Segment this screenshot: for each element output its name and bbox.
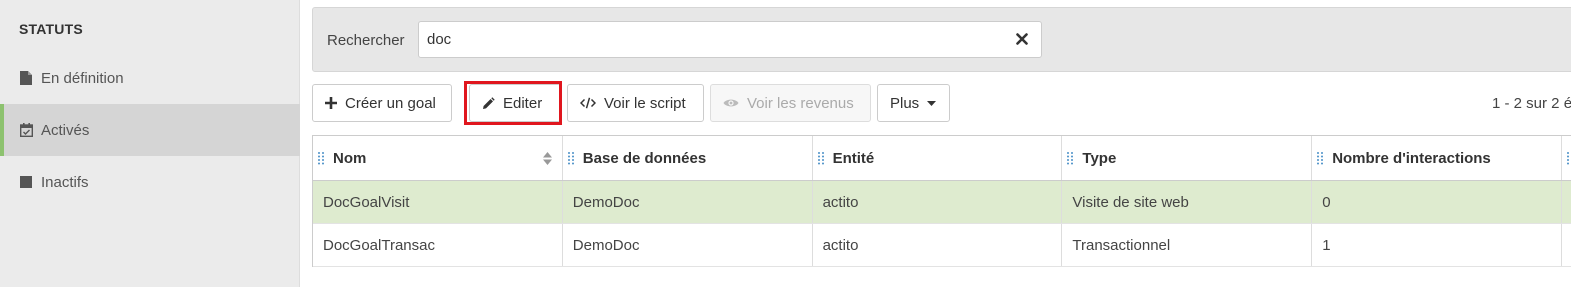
- search-panel: Rechercher: [312, 7, 1571, 72]
- more-label: Plus: [890, 94, 920, 112]
- edit-label: Editer: [503, 94, 543, 112]
- sidebar-item-en-definition[interactable]: En définition: [0, 52, 300, 104]
- create-goal-label: Créer un goal: [345, 94, 436, 112]
- sidebar-item-inactifs[interactable]: Inactifs: [0, 156, 300, 208]
- table-header: Nom Base de données Entité Type Nombre d…: [313, 136, 1571, 181]
- toolbar: Créer un goal Editer Voir le script Voir…: [312, 81, 1571, 125]
- more-dropdown-button[interactable]: Plus: [877, 84, 950, 122]
- view-revenue-button[interactable]: Voir les revenus: [710, 84, 871, 122]
- sidebar-item-actives[interactable]: Activés: [0, 104, 300, 156]
- drag-handle-icon: [567, 152, 574, 165]
- view-script-button[interactable]: Voir le script: [567, 84, 704, 122]
- cell-type: Visite de site web: [1062, 181, 1313, 223]
- cell-base: DemoDoc: [563, 224, 813, 266]
- cell-overflow: [1562, 224, 1571, 266]
- cell-nom: DocGoalTransac: [313, 224, 563, 266]
- file-icon: [19, 71, 33, 85]
- sidebar-item-label: Inactifs: [41, 173, 89, 191]
- pencil-icon: [482, 96, 495, 110]
- cell-entite: actito: [813, 181, 1063, 223]
- table-row[interactable]: DocGoalVisit DemoDoc actito Visite de si…: [313, 181, 1571, 224]
- cell-type: Transactionnel: [1062, 224, 1313, 266]
- eye-icon: [723, 97, 739, 109]
- column-label: Nombre d'interactions: [1332, 149, 1491, 167]
- create-goal-button[interactable]: Créer un goal: [312, 84, 452, 122]
- search-input[interactable]: [419, 22, 999, 57]
- search-label: Rechercher: [327, 32, 405, 49]
- column-label: Type: [1082, 149, 1117, 167]
- calendar-check-icon: [19, 123, 33, 137]
- column-label: Nom: [333, 149, 367, 167]
- drag-handle-icon: [1317, 152, 1324, 165]
- column-header-interactions[interactable]: Nombre d'interactions: [1312, 136, 1562, 180]
- column-header-base[interactable]: Base de données: [563, 136, 813, 180]
- goals-table: Nom Base de données Entité Type Nombre d…: [312, 135, 1571, 267]
- cell-nom: DocGoalVisit: [313, 181, 563, 223]
- drag-handle-icon: [1067, 152, 1074, 165]
- close-icon: [1016, 33, 1028, 45]
- sidebar-item-label: Activés: [41, 121, 90, 139]
- drag-handle-icon: [817, 152, 824, 165]
- square-icon: [19, 175, 33, 189]
- plus-icon: [325, 97, 337, 109]
- cell-interactions: 0: [1312, 181, 1562, 223]
- main-content: Rechercher Créer un goal Editer Vo: [300, 0, 1571, 287]
- column-label: Entité: [832, 149, 875, 167]
- column-label: Base de données: [582, 149, 707, 167]
- clear-search-button[interactable]: [1013, 30, 1031, 48]
- edit-button[interactable]: Editer: [469, 84, 561, 122]
- pagination-info: 1 - 2 sur 2 é: [1492, 95, 1571, 112]
- sidebar-title: STATUTS: [19, 21, 83, 37]
- column-header-type[interactable]: Type: [1062, 136, 1313, 180]
- drag-handle-icon: [318, 152, 324, 165]
- table-row[interactable]: DocGoalTransac DemoDoc actito Transactio…: [313, 224, 1571, 267]
- sidebar: STATUTS En définition Activés Inactifs: [0, 0, 300, 287]
- cell-interactions: 1: [1312, 224, 1562, 266]
- column-header-overflow: [1562, 136, 1571, 180]
- code-icon: [580, 97, 596, 109]
- column-header-entite[interactable]: Entité: [813, 136, 1063, 180]
- view-revenue-label: Voir les revenus: [747, 94, 854, 112]
- cell-base: DemoDoc: [563, 181, 813, 223]
- view-script-label: Voir le script: [604, 94, 686, 112]
- sidebar-item-label: En définition: [41, 69, 124, 87]
- cell-entite: actito: [813, 224, 1063, 266]
- drag-handle-icon: [1566, 152, 1571, 165]
- caret-down-icon: [927, 100, 937, 106]
- sort-icon: [542, 152, 552, 165]
- search-box: [418, 21, 1042, 58]
- column-header-nom[interactable]: Nom: [313, 136, 563, 180]
- cell-overflow: [1562, 181, 1571, 223]
